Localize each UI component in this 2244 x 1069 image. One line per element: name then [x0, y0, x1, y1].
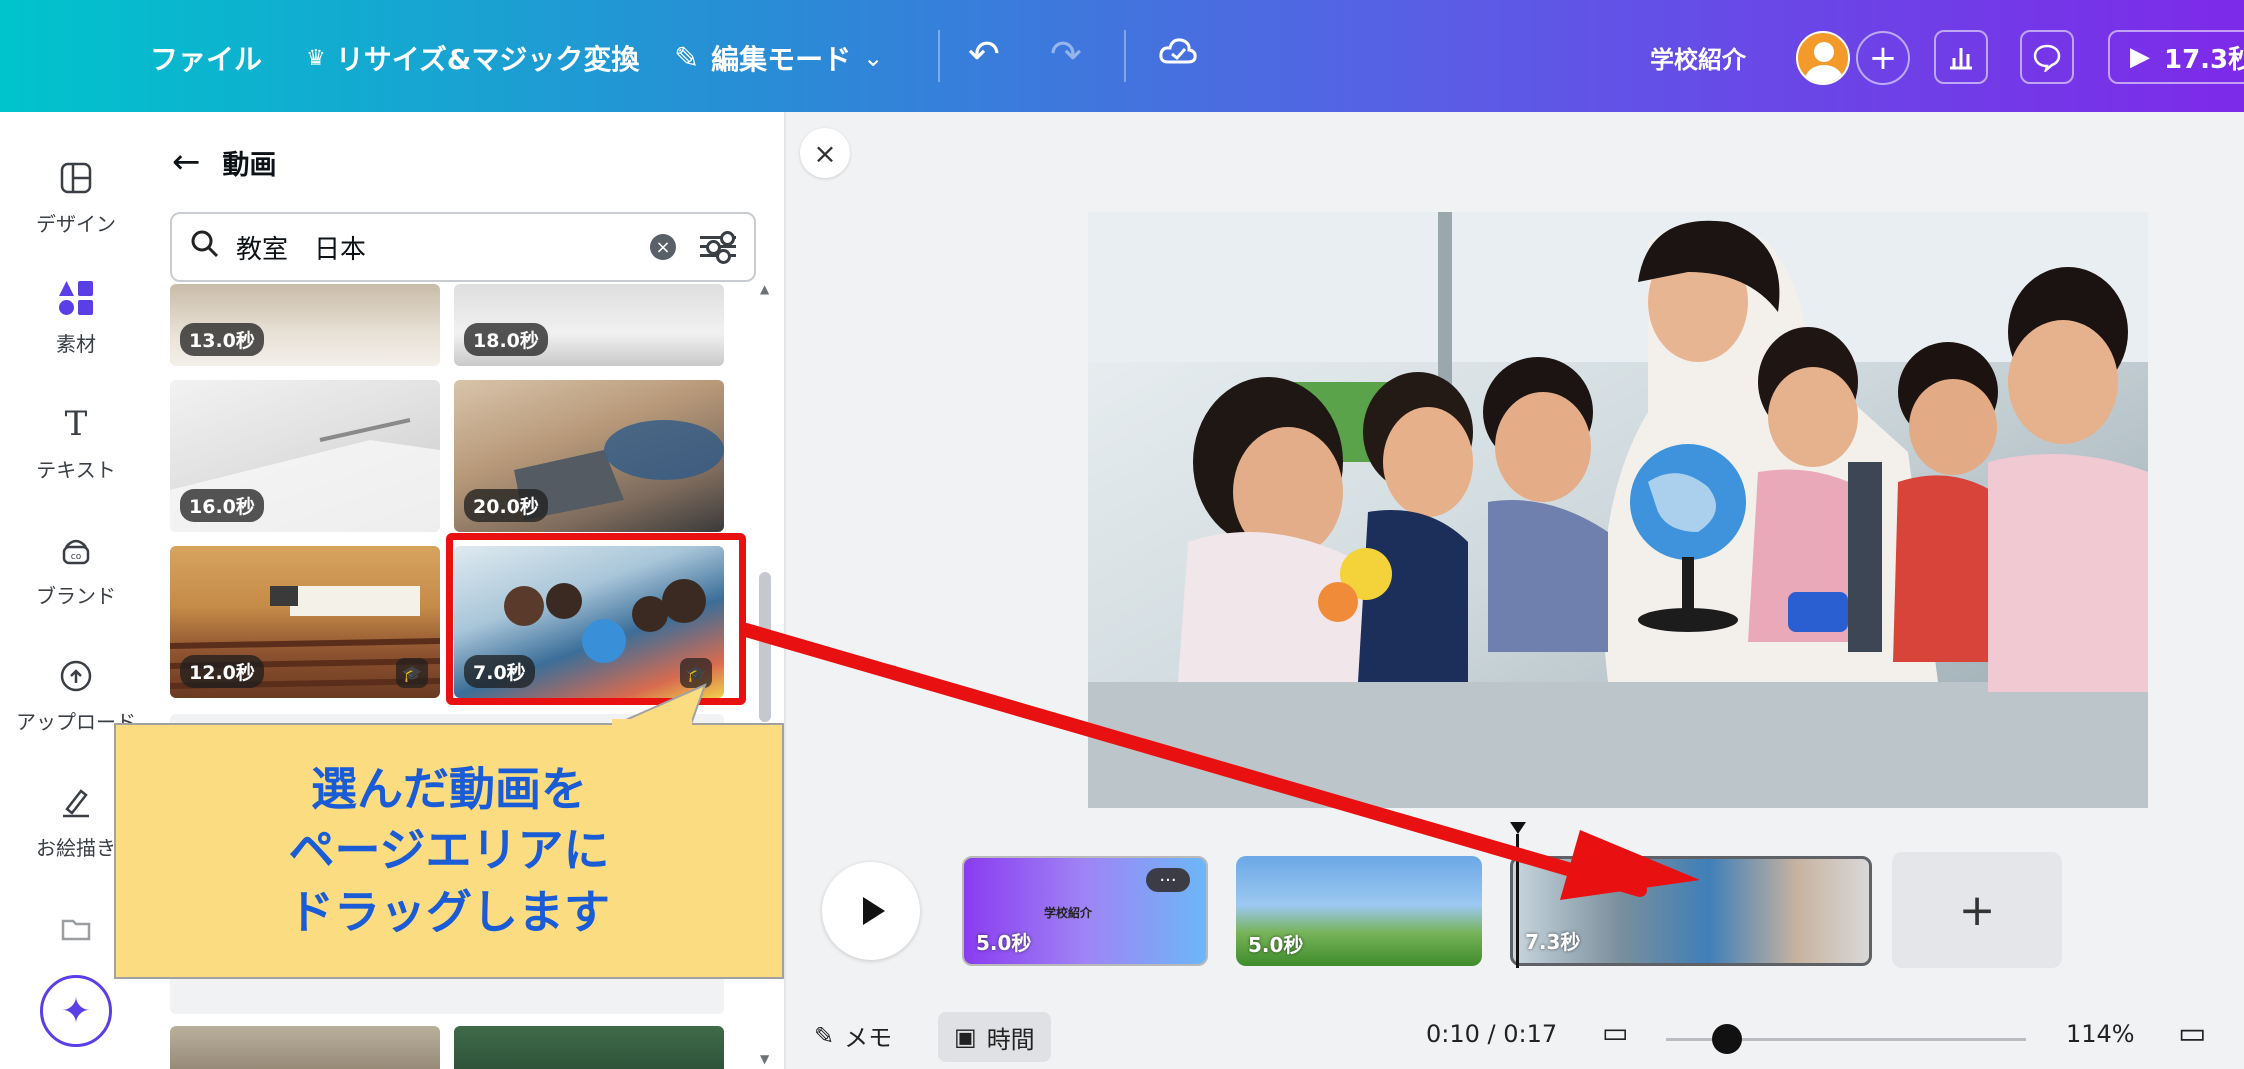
timeline-clip[interactable]: 学校紹介 ··· 5.0秒: [962, 856, 1208, 966]
edit-mode-label: 編集モード: [711, 43, 852, 76]
present-button[interactable]: ▶ 17.3秒: [2108, 30, 2244, 84]
cloud-saved-icon[interactable]: [1158, 32, 1198, 72]
timeline-play-button[interactable]: [822, 862, 920, 960]
rail-item-brand[interactable]: co ブランド: [0, 524, 152, 609]
present-duration: 17.3秒: [2164, 44, 2244, 75]
back-arrow-icon[interactable]: ←: [172, 142, 201, 182]
callout-line-1: 選んだ動画を: [311, 761, 587, 816]
duration-badge: 13.0秒: [180, 323, 264, 356]
brand-icon: co: [50, 524, 102, 576]
timeline-icon: ▣: [954, 1023, 977, 1051]
timeline-clip[interactable]: 5.0秒: [1236, 856, 1482, 966]
video-thumbnail[interactable]: [170, 1026, 440, 1069]
redo-icon[interactable]: ↷: [1050, 32, 1082, 76]
timecode: 0:10 / 0:17: [1426, 1020, 1558, 1048]
graduation-cap-icon: 🎓: [396, 658, 428, 688]
scroll-down-icon[interactable]: ▼: [760, 1052, 769, 1066]
zoom-level[interactable]: 114%: [2066, 1020, 2135, 1048]
notes-label: メモ: [844, 1024, 893, 1052]
rail-item-design[interactable]: デザイン: [0, 152, 152, 237]
clip-duration: 5.0秒: [976, 931, 1032, 955]
clip-duration: 7.3秒: [1525, 930, 1581, 954]
document-title[interactable]: 学校紹介: [1650, 40, 1746, 75]
clear-search-icon[interactable]: ×: [650, 234, 676, 260]
video-thumbnail[interactable]: 12.0秒 🎓: [170, 546, 440, 698]
callout-tail-joint: [612, 719, 692, 729]
panel-header: ← 動画: [172, 142, 277, 182]
rail-label: ブランド: [36, 584, 116, 608]
rail-label: 素材: [56, 332, 96, 356]
search-input[interactable]: 教室 日本 ×: [170, 212, 756, 282]
time-label: 時間: [986, 1025, 1035, 1054]
video-thumbnail[interactable]: 16.0秒: [170, 380, 440, 532]
filter-icon[interactable]: [700, 230, 736, 266]
divider: [1124, 30, 1126, 82]
resize-button[interactable]: ♛ リサイズ&マジック変換: [306, 38, 639, 78]
upload-cloud-icon: [50, 650, 102, 702]
comment-icon[interactable]: [2020, 30, 2074, 84]
page-video-frame[interactable]: [1088, 212, 2148, 808]
timeline-toggle-button[interactable]: ▣ 時間: [938, 1012, 1051, 1062]
duration-badge: 18.0秒: [464, 323, 548, 356]
play-icon: ▶: [2130, 42, 2150, 72]
text-icon: T: [64, 404, 88, 444]
selection-highlight: [446, 533, 746, 705]
notes-button[interactable]: ✎ メモ: [814, 1018, 892, 1053]
close-icon[interactable]: ×: [800, 128, 850, 178]
elements-icon: [50, 272, 102, 324]
fullscreen-icon[interactable]: ▭: [2178, 1016, 2206, 1051]
share-add-icon[interactable]: +: [1856, 31, 1910, 85]
notes-icon: ✎: [814, 1021, 835, 1050]
menu-icon[interactable]: [60, 36, 94, 76]
divider: [938, 30, 940, 82]
layout-icon: [50, 152, 102, 204]
rail-item-elements[interactable]: 素材: [0, 272, 152, 357]
instruction-callout: 選んだ動画を ページエリアに ドラッグします: [114, 723, 784, 979]
file-menu-label: ファイル: [150, 43, 263, 76]
callout-line-3: ドラッグします: [288, 884, 610, 939]
resize-label: リサイズ&マジック変換: [335, 43, 640, 76]
video-thumbnail[interactable]: 18.0秒: [454, 284, 724, 366]
panel-title: 動画: [222, 149, 277, 181]
insights-icon[interactable]: [1934, 30, 1988, 84]
scroll-thumb[interactable]: [759, 572, 771, 722]
top-toolbar: ファイル ♛ リサイズ&マジック変換 ✎ 編集モード ⌄ ↶ ↷ 学校紹介 + …: [0, 0, 2244, 112]
folder-icon: [50, 902, 102, 954]
search-icon: [190, 229, 220, 266]
callout-line-2: ページエリアに: [288, 823, 610, 878]
draw-pen-icon: [50, 776, 102, 828]
undo-icon[interactable]: ↶: [968, 32, 1000, 76]
chevron-down-icon: ⌄: [863, 44, 884, 72]
file-menu[interactable]: ファイル: [150, 38, 262, 78]
page-thumbnails-icon[interactable]: ▭: [1602, 1016, 1628, 1049]
rail-label: テキスト: [36, 458, 116, 482]
svg-text:co: co: [71, 552, 82, 562]
video-thumbnail[interactable]: 13.0秒: [170, 284, 440, 366]
scroll-up-icon[interactable]: ▲: [760, 282, 769, 296]
rail-label: お絵描き: [36, 836, 116, 860]
video-thumbnail[interactable]: [454, 1026, 724, 1069]
search-query: 教室 日本: [236, 234, 367, 265]
add-page-button[interactable]: +: [1892, 852, 2062, 968]
playhead-marker[interactable]: [1510, 822, 1526, 834]
video-thumbnail[interactable]: 20.0秒: [454, 380, 724, 532]
pencil-icon: ✎: [674, 40, 700, 76]
timeline-clip-new[interactable]: 7.3秒: [1510, 856, 1872, 966]
rail-label: デザイン: [36, 212, 116, 236]
duration-badge: 20.0秒: [464, 489, 548, 522]
rail-item-text[interactable]: T テキスト: [0, 398, 152, 483]
magic-sparkle-icon[interactable]: ✦: [40, 975, 112, 1047]
edit-mode-dropdown[interactable]: ✎ 編集モード ⌄: [674, 38, 883, 78]
crown-icon: ♛: [306, 45, 326, 71]
playhead-line: [1516, 834, 1519, 968]
duration-badge: 16.0秒: [180, 489, 264, 522]
duration-badge: 12.0秒: [180, 655, 264, 688]
clip-duration: 5.0秒: [1248, 933, 1304, 957]
zoom-slider-knob[interactable]: [1712, 1024, 1743, 1054]
bottom-bar: ✎ メモ ▣ 時間 0:10 / 0:17 ▭ 114% ▭: [786, 1006, 2244, 1069]
clip-title: 学校紹介: [1044, 906, 1093, 920]
more-options-icon[interactable]: ···: [1146, 868, 1190, 892]
avatar[interactable]: [1796, 31, 1850, 85]
